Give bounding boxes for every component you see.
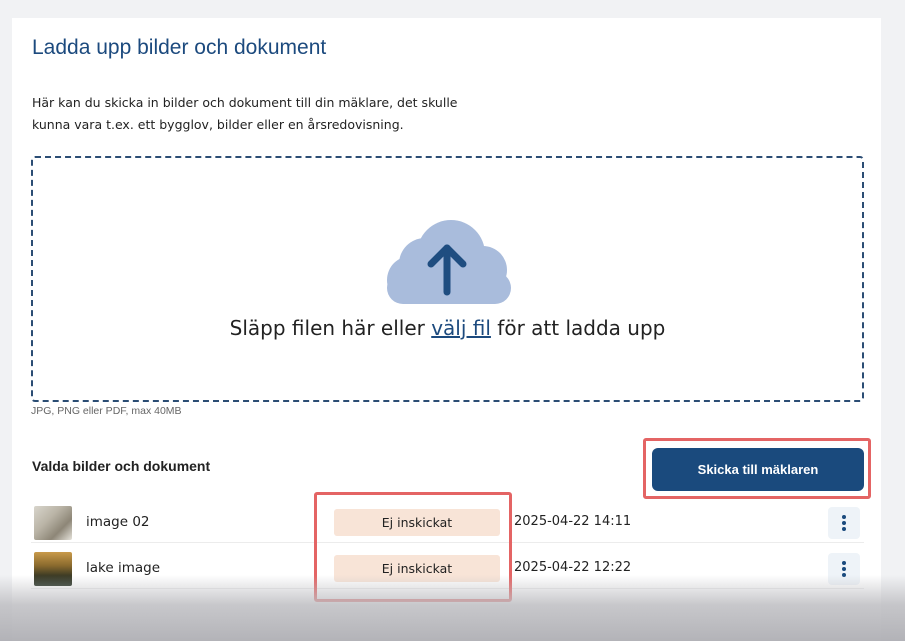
upload-card: Ladda upp bilder och dokument Här kan du…	[12, 18, 881, 641]
file-thumbnail	[34, 506, 72, 540]
more-dot	[842, 567, 846, 571]
more-dot	[842, 521, 846, 525]
file-row: image 02 Ej inskickat 2025-04-22 14:11	[31, 503, 864, 543]
more-dot	[842, 561, 846, 565]
page-title: Ladda upp bilder och dokument	[32, 36, 327, 59]
status-badge: Ej inskickat	[334, 509, 500, 536]
selected-files-title: Valda bilder och dokument	[32, 458, 211, 474]
dropzone-text-before: Släpp filen här eller	[229, 316, 432, 340]
more-dot	[842, 527, 846, 531]
more-dot	[842, 515, 846, 519]
file-date: 2025-04-22 14:11	[514, 514, 632, 529]
file-name: image 02	[86, 514, 150, 530]
send-to-broker-button[interactable]: Skicka till mäklaren	[652, 448, 864, 491]
more-options-button[interactable]	[828, 507, 860, 539]
dropzone-text-after: för att ladda upp	[490, 316, 666, 340]
status-badge: Ej inskickat	[334, 555, 500, 582]
page-description: Här kan du skicka in bilder och dokument…	[32, 95, 458, 132]
file-name: lake image	[86, 560, 161, 576]
file-thumbnail	[34, 552, 72, 586]
file-date: 2025-04-22 12:22	[514, 560, 632, 575]
cloud-upload-icon	[387, 220, 511, 304]
dropzone-text: Släpp filen här eller välj fil för att l…	[33, 316, 862, 340]
more-dot	[842, 573, 846, 577]
file-format-hint: JPG, PNG eller PDF, max 40MB	[31, 405, 182, 417]
file-row: lake image Ej inskickat 2025-04-22 12:22	[31, 549, 864, 589]
upload-dropzone[interactable]: Släpp filen här eller välj fil för att l…	[31, 156, 864, 402]
more-options-button[interactable]	[828, 553, 860, 585]
choose-file-link[interactable]: välj fil	[431, 316, 491, 340]
